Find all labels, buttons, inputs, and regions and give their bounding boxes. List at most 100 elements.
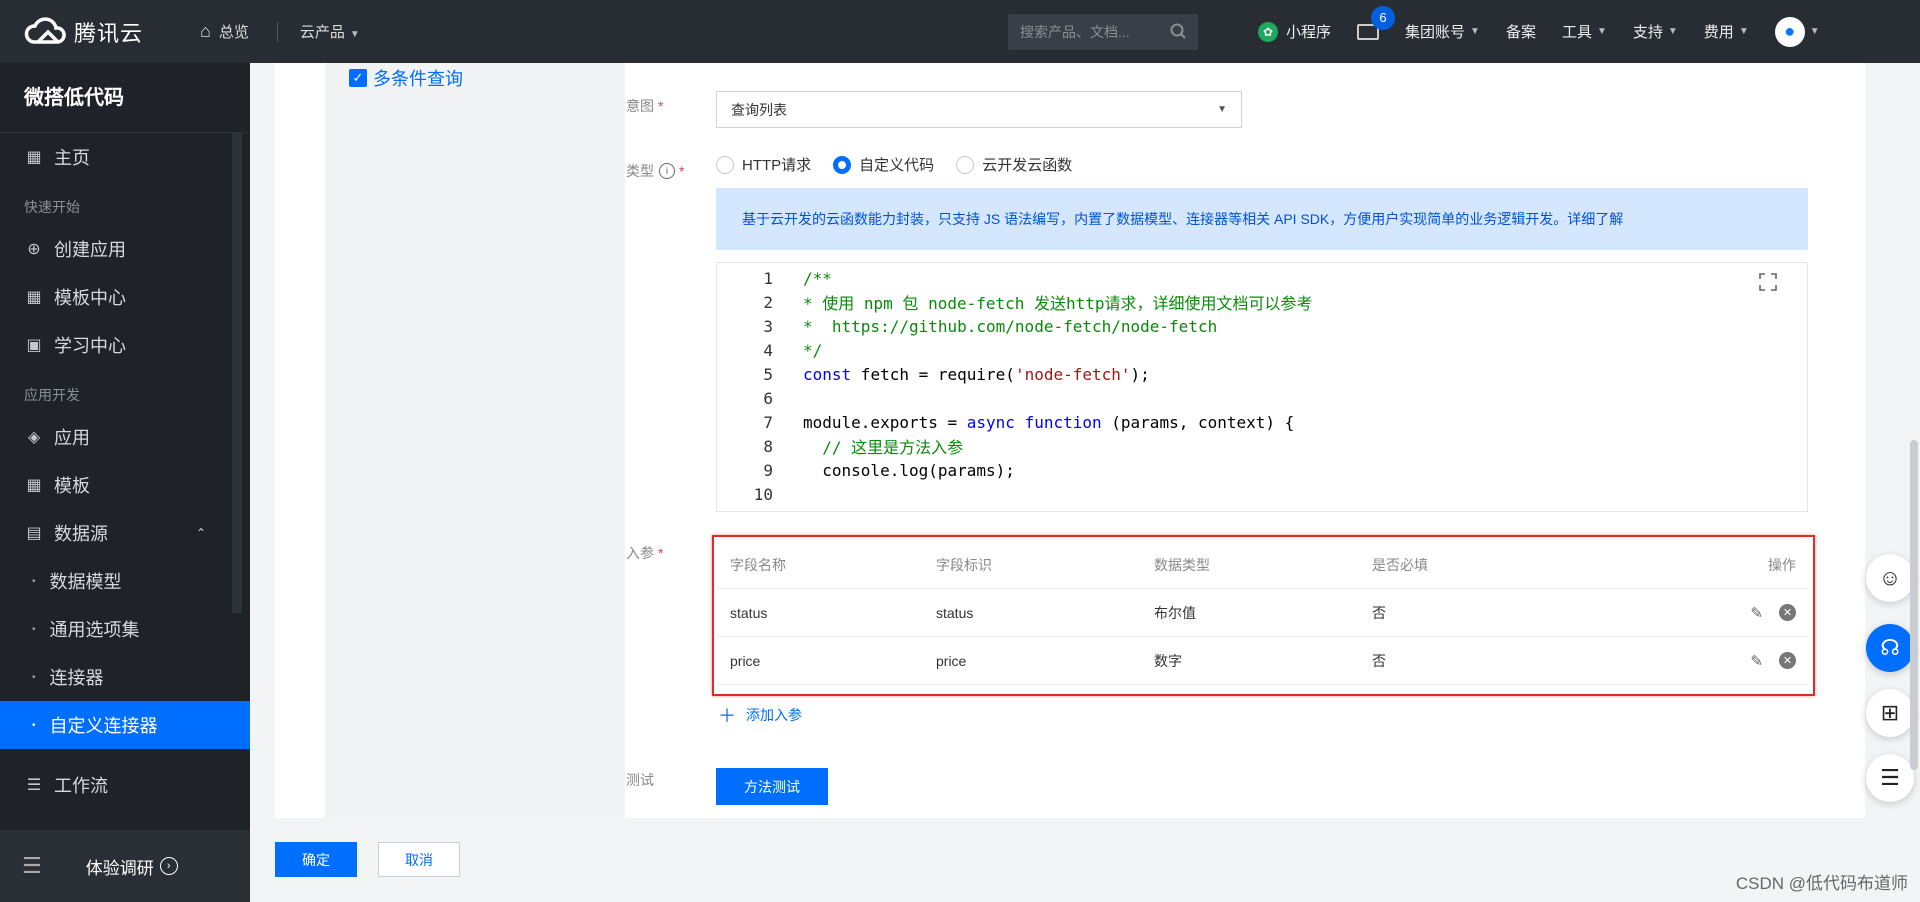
sidebar-item-templates[interactable]: ▦ 模板	[0, 461, 250, 509]
mini-program-label: 小程序	[1286, 24, 1332, 41]
cell-required: 否	[1372, 652, 1386, 669]
cell-actions: ✎ ✕	[1672, 604, 1808, 622]
required-mark: *	[658, 98, 664, 114]
radio-http[interactable]: HTTP请求	[716, 154, 811, 175]
code-string: 'node-fetch'	[1014, 364, 1131, 384]
method-list: ✓ 多条件查询	[325, 63, 625, 818]
docs-button[interactable]: ⊞	[1866, 689, 1914, 737]
search-icon[interactable]	[1170, 23, 1186, 42]
watermark: CSDN @低代码布道师	[1735, 874, 1908, 893]
cell-required: 否	[1372, 604, 1386, 621]
caret-down-icon: ▼	[1470, 26, 1480, 37]
caret-down-icon: ▼	[1738, 26, 1749, 37]
search-input[interactable]: 搜索产品、文档...	[1008, 14, 1198, 50]
brand-logo[interactable]: 腾讯云	[24, 16, 154, 48]
smile-feedback-button[interactable]: ☺	[1866, 554, 1914, 602]
database-icon: ▤	[26, 525, 42, 542]
intent-label: 意图 *	[626, 96, 663, 116]
fullscreen-icon[interactable]	[1759, 273, 1777, 291]
code-text: /**	[803, 509, 832, 512]
info-icon[interactable]: i	[659, 163, 675, 179]
headset-icon: ☊	[1880, 635, 1900, 660]
sidebar-item-template-center[interactable]: ▦ 模板中心	[0, 273, 250, 321]
support-menu[interactable]: 支持 ▼	[1633, 21, 1678, 42]
radio-circle[interactable]	[716, 155, 734, 174]
sidebar-subitem-option-sets[interactable]: • 通用选项集	[0, 605, 250, 653]
radio-circle[interactable]	[956, 155, 975, 174]
user-menu[interactable]: ● ▼	[1774, 16, 1820, 47]
intent-value: 查询列表	[731, 101, 787, 118]
check-icon[interactable]: ✓	[349, 69, 367, 87]
table-row: price price 数字 否 ✎ ✕	[718, 637, 1808, 685]
sidebar-scrollbar[interactable]	[232, 133, 242, 613]
radio-label: HTTP请求	[742, 157, 812, 174]
code-text: * 使用 npm 包 node-fetch 发送http请求，详细使用文档可以参…	[803, 294, 1313, 313]
line-number: 4	[763, 340, 773, 360]
radio-cloud-function[interactable]: 云开发云函数	[956, 154, 1072, 175]
plus-icon: ＋	[718, 706, 736, 726]
mail-button[interactable]: 6	[1357, 5, 1396, 40]
tools-menu[interactable]: 工具 ▼	[1562, 21, 1607, 42]
sidebar-item-workflow[interactable]: ☰ 工作流	[0, 761, 250, 809]
page-scrollbar[interactable]	[1910, 440, 1918, 770]
type-label-text: 类型	[626, 163, 654, 179]
info-text: 基于云开发的云函数能力封装，只支持 JS 语法编写，内置了数据模型、连接器等相关…	[742, 211, 1624, 227]
sidebar-subitem-connectors[interactable]: • 连接器	[0, 653, 250, 701]
line-number: 3	[763, 316, 773, 336]
bullet-icon: •	[32, 671, 36, 683]
method-test-button[interactable]: 方法测试	[716, 768, 828, 805]
ok-button[interactable]: 确定	[275, 842, 357, 877]
cell-field-key: price	[936, 652, 967, 669]
sidebar-subitem-label: 连接器	[49, 668, 104, 688]
filing-link[interactable]: 备案	[1506, 21, 1536, 42]
mini-program-icon: ✿	[1258, 21, 1278, 42]
code-line: 11 /**	[717, 506, 832, 512]
sidebar-item-create-app[interactable]: ⊕ 创建应用	[0, 225, 250, 273]
sidebar-item-home[interactable]: ▦ 主页	[0, 133, 250, 181]
radio-label: 自定义代码	[859, 157, 935, 174]
params-label: 入参 *	[626, 543, 663, 563]
edit-icon[interactable]: ✎	[1750, 652, 1763, 670]
cloud-logo-icon	[24, 16, 68, 48]
code-keyword: function	[1024, 412, 1102, 432]
method-item[interactable]: ✓ 多条件查询	[349, 63, 463, 93]
book-icon: ▣	[26, 337, 42, 354]
nav-products[interactable]: 云产品 ▼	[300, 21, 360, 42]
sidebar-subitem-data-model[interactable]: • 数据模型	[0, 557, 250, 605]
delete-icon[interactable]: ✕	[1779, 604, 1796, 621]
delete-icon[interactable]: ✕	[1779, 652, 1796, 669]
support-label: 支持	[1632, 24, 1663, 41]
add-param-button[interactable]: ＋ 添加入参	[718, 702, 802, 728]
customer-service-button[interactable]: ☊	[1866, 624, 1914, 672]
account-menu[interactable]: 集团账号 ▼	[1405, 21, 1480, 42]
sidebar-subitem-custom-connectors[interactable]: • 自定义连接器	[0, 701, 250, 749]
code-editor[interactable]: 1 /** 2 * 使用 npm 包 node-fetch 发送http请求，详细使…	[716, 262, 1808, 512]
outline-button[interactable]: ☰	[1866, 754, 1914, 802]
code-text: const fetch = require('node-fetch');	[803, 364, 1150, 384]
sidebar-item-datasource[interactable]: ▤ 数据源 ⌃	[0, 509, 250, 557]
caret-down-icon: ▼	[1809, 26, 1820, 37]
intent-select[interactable]: 查询列表 ▼	[716, 91, 1242, 128]
account-label: 集团账号	[1405, 24, 1466, 41]
cancel-button[interactable]: 取消	[378, 842, 460, 877]
line-number: 7	[763, 412, 773, 432]
menu-collapse-icon[interactable]: ☰	[22, 853, 42, 879]
billing-menu[interactable]: 费用 ▼	[1704, 21, 1749, 42]
bullet-icon: •	[32, 623, 36, 635]
edit-icon[interactable]: ✎	[1750, 604, 1763, 622]
code-text: /**	[803, 268, 832, 288]
radio-circle[interactable]	[833, 155, 852, 174]
grid-icon: ▦	[26, 149, 42, 166]
radio-custom-code[interactable]: 自定义代码	[833, 154, 934, 175]
params-label-text: 入参	[626, 545, 654, 561]
feedback-bar[interactable]: ☰ 体验调研 ›	[0, 830, 250, 902]
sidebar-item-apps[interactable]: ◈ 应用	[0, 413, 250, 461]
nav-home[interactable]: ⌂ 总览	[200, 21, 249, 42]
column-header: 数据类型	[1154, 556, 1210, 573]
sidebar-item-learn-center[interactable]: ▣ 学习中心	[0, 321, 250, 369]
table-header: 字段名称 字段标识 数据类型 是否必填 操作	[718, 541, 1808, 589]
code-line: 2 * 使用 npm 包 node-fetch 发送http请求，详细使用文档可以…	[717, 290, 1313, 314]
mini-program-link[interactable]: ✿ 小程序	[1258, 21, 1331, 42]
caret-down-icon: ▼	[1667, 26, 1678, 37]
table-row: status status 布尔值 否 ✎ ✕	[718, 589, 1808, 637]
